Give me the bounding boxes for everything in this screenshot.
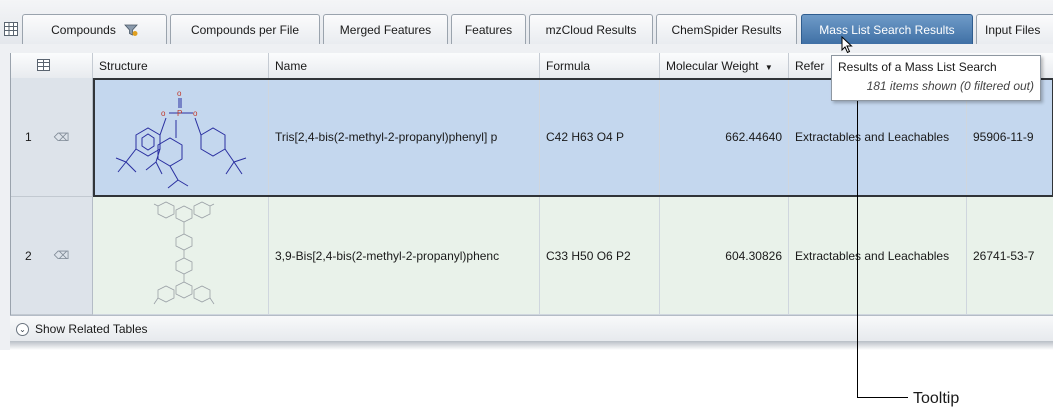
structure-cell: o o o P <box>93 78 269 197</box>
callout-label: Tooltip <box>913 390 960 407</box>
tab-features[interactable]: Features <box>451 14 526 44</box>
row-header[interactable]: 2 ⌫ <box>11 197 93 315</box>
tab-chemspider-results[interactable]: ChemSpider Results <box>656 14 797 44</box>
sort-desc-icon: ▼ <box>764 63 773 72</box>
tooltip-title: Results of a Mass List Search <box>838 60 997 74</box>
show-related-tables-label[interactable]: Show Related Tables <box>35 322 148 336</box>
column-header-label: Molecular Weight <box>666 59 759 73</box>
callout-line-horizontal <box>857 397 908 398</box>
svg-text:o: o <box>161 109 166 118</box>
tab-label: Merged Features <box>339 22 432 37</box>
column-chooser-cell[interactable] <box>11 53 93 78</box>
tab-label: mzCloud Results <box>545 22 637 37</box>
molecular-weight-cell[interactable]: 662.44640 <box>660 78 789 197</box>
mouse-cursor-icon <box>841 36 853 54</box>
column-header-molecular-weight[interactable]: Molecular Weight ▼ <box>660 53 789 78</box>
row-index: 1 <box>25 130 32 144</box>
row-header[interactable]: 1 ⌫ <box>11 78 93 197</box>
table-row[interactable]: 2 ⌫ 3,9-Bis[2,4-bis(2-methyl-2-propanyl)… <box>11 197 1053 315</box>
tooltip-subtitle: 181 items shown (0 filtered out) <box>866 79 1034 93</box>
pin-icon[interactable]: ⌫ <box>54 131 70 144</box>
row-index: 2 <box>25 248 32 263</box>
tab-label: Input Files <box>985 22 1041 37</box>
panel-shadow <box>10 341 1053 350</box>
tooltip: Results of a Mass List Search 181 items … <box>831 55 1041 101</box>
tab-input-files[interactable]: Input Files <box>976 14 1053 44</box>
tab-label: Mass List Search Results <box>819 22 955 37</box>
tab-mzcloud-results[interactable]: mzCloud Results <box>529 14 653 44</box>
svg-text:o: o <box>177 89 182 98</box>
tab-mass-list-search-results[interactable]: Mass List Search Results <box>801 14 973 44</box>
column-header-name[interactable]: Name <box>269 53 540 78</box>
reference-cell[interactable]: Extractables and Leachables <box>789 197 967 315</box>
filter-icon[interactable] <box>123 23 138 37</box>
tab-label: ChemSpider Results <box>671 22 782 37</box>
name-cell[interactable]: 3,9-Bis[2,4-bis(2-methyl-2-propanyl)phen… <box>269 197 540 315</box>
table-grid-icon[interactable] <box>4 22 18 36</box>
pin-icon[interactable]: ⌫ <box>54 249 70 262</box>
tab-label: Compounds per File <box>190 22 300 37</box>
tab-bar: Compounds Compounds per File Merged Feat… <box>0 0 1053 44</box>
tab-merged-features[interactable]: Merged Features <box>323 14 448 44</box>
formula-cell[interactable]: C42 H63 O4 P <box>540 78 660 197</box>
molecular-weight-cell[interactable]: 604.30826 <box>660 197 789 315</box>
tab-label: Compounds <box>51 22 116 37</box>
structure-cell <box>93 197 269 315</box>
tab-compounds-per-file[interactable]: Compounds per File <box>170 14 320 44</box>
column-chooser-icon[interactable] <box>37 59 51 72</box>
chevron-down-icon[interactable]: ⌄ <box>16 322 29 336</box>
results-panel: Compounds Compounds per File Merged Feat… <box>0 0 1053 350</box>
column-header-structure[interactable]: Structure <box>93 53 269 78</box>
name-cell[interactable]: Tris[2,4-bis(2-methyl-2-propanyl)phenyl]… <box>269 78 540 197</box>
tab-label: Features <box>464 22 513 37</box>
cas-cell[interactable]: 26741-53-7 <box>967 197 1053 315</box>
svg-text:P: P <box>177 109 182 118</box>
related-tables-bar[interactable]: ⌄ Show Related Tables <box>10 315 1053 342</box>
chemical-structure-image <box>153 201 214 305</box>
tab-compounds[interactable]: Compounds <box>22 14 167 44</box>
svg-text:o: o <box>193 109 198 118</box>
chemical-structure-image: o o o P <box>115 89 246 188</box>
callout-line <box>857 101 858 398</box>
formula-cell[interactable]: C33 H50 O6 P2 <box>540 197 660 315</box>
column-header-formula[interactable]: Formula <box>540 53 660 78</box>
